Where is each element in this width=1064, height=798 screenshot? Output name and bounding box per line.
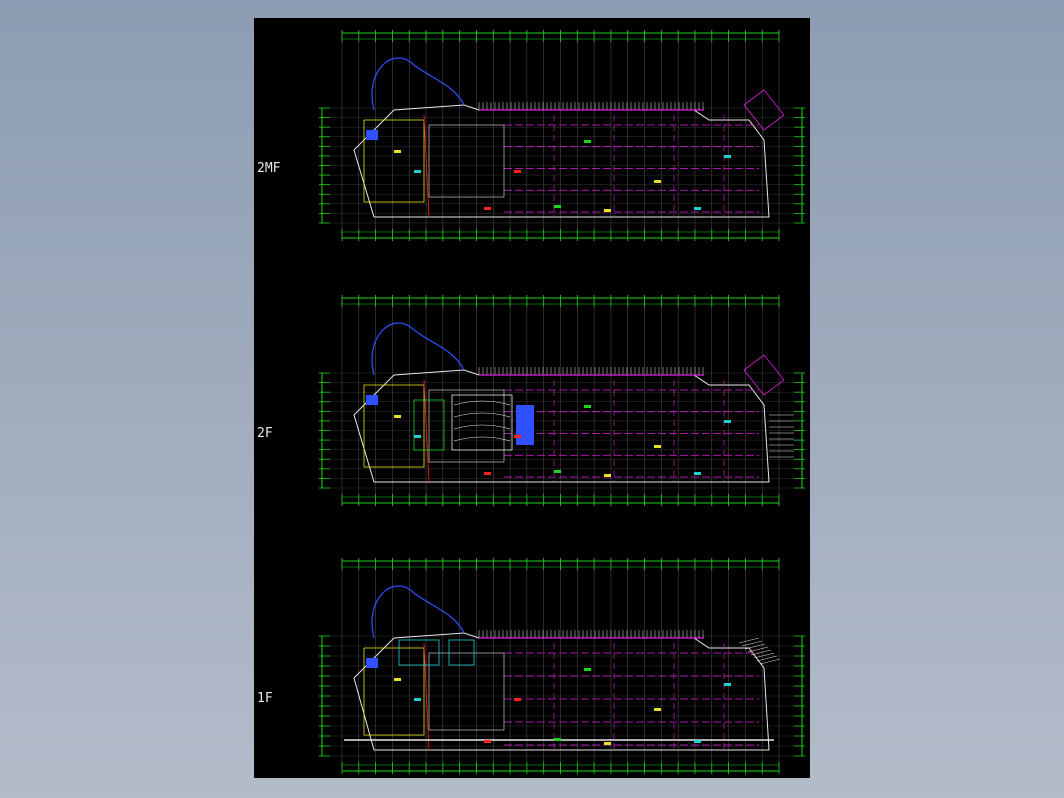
floor-plan-first: [319, 558, 805, 774]
annotation-tag: [694, 472, 701, 475]
floor-plans-canvas: [319, 30, 805, 774]
drawing-sheet: 2MF 2F 1F: [254, 18, 810, 778]
annotation-tag: [654, 180, 661, 183]
annotation-tag: [554, 205, 561, 208]
seating-row: [453, 412, 511, 418]
floor-label-2mf: 2MF: [257, 161, 281, 176]
annotation-tag: [694, 207, 701, 210]
annotation-tag: [654, 708, 661, 711]
annotation-tag: [394, 150, 401, 153]
building-outline: [353, 369, 770, 483]
seating-row: [453, 424, 511, 430]
annotation-tag: [514, 435, 521, 438]
diagonal-stair: [743, 354, 785, 396]
annotation-tag: [394, 678, 401, 681]
curved-walkway: [371, 57, 465, 111]
annotation-tag: [484, 740, 491, 743]
building-outline: [353, 104, 770, 218]
stair-core: [366, 395, 378, 405]
annotation-tag: [604, 209, 611, 212]
annotation-tag: [394, 415, 401, 418]
floor-label-2f: 2F: [257, 426, 273, 441]
annotation-tag: [604, 474, 611, 477]
annotation-tag: [514, 698, 521, 701]
annotation-tag: [554, 470, 561, 473]
annotation-tag: [694, 740, 701, 743]
stair-core: [366, 658, 378, 668]
building-outline: [353, 632, 770, 751]
annotation-tag: [584, 668, 591, 671]
annotation-tag: [414, 435, 421, 438]
annotation-tag: [604, 742, 611, 745]
annotation-tag: [654, 445, 661, 448]
fire-line: [423, 379, 430, 483]
curved-walkway: [371, 585, 465, 639]
service-room: [398, 639, 440, 666]
annotation-tag: [514, 170, 521, 173]
annotation-tag: [414, 170, 421, 173]
diagonal-stair: [743, 89, 785, 131]
annotation-tag: [414, 698, 421, 701]
annotation-tag: [484, 472, 491, 475]
annotation-tag: [724, 683, 731, 686]
fire-line: [423, 642, 430, 751]
central-hall: [428, 652, 505, 731]
annotation-tag: [484, 207, 491, 210]
annotation-tag: [584, 140, 591, 143]
curved-walkway: [371, 322, 465, 376]
annotation-tag: [724, 420, 731, 423]
fire-line: [423, 114, 430, 218]
service-room: [448, 639, 475, 666]
floor-plan-second: [319, 295, 805, 506]
annotation-tag: [584, 405, 591, 408]
annotation-tag: [724, 155, 731, 158]
stair-core: [366, 130, 378, 140]
floor-label-1f: 1F: [257, 691, 273, 706]
annotation-tag: [554, 738, 561, 741]
central-hall: [428, 124, 505, 198]
seating-row: [453, 436, 511, 442]
stage-block: [516, 405, 534, 445]
floor-plan-mezz: [319, 30, 805, 241]
